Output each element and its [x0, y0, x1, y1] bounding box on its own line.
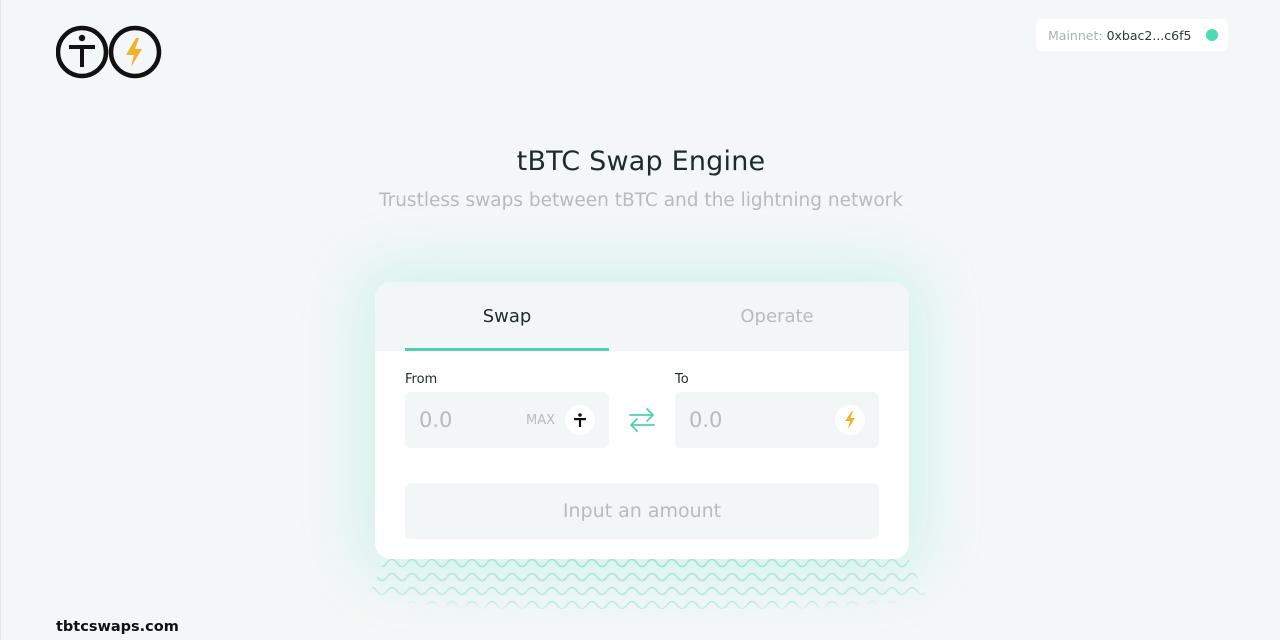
swap-card: Swap Operate From 0.0 MAX To 0.0 Input a…: [375, 282, 909, 559]
page-subtitle: Trustless swaps between tBTC and the lig…: [379, 190, 903, 211]
tab-swap[interactable]: Swap: [405, 282, 609, 351]
page-title: tBTC Swap Engine: [516, 146, 766, 177]
from-label: From: [405, 372, 438, 387]
network-label: Mainnet:: [1048, 27, 1103, 43]
swap-arrows-icon[interactable]: [627, 406, 657, 434]
from-amount-placeholder: 0.0: [419, 408, 453, 432]
to-amount-input[interactable]: 0.0: [675, 392, 879, 448]
max-button[interactable]: MAX: [526, 413, 555, 428]
app-logo[interactable]: [56, 25, 162, 79]
to-label: To: [675, 372, 689, 387]
tbtc-token-icon: [565, 405, 595, 435]
wallet-address: 0xbac2...c6f5: [1106, 27, 1192, 43]
tab-bar: Swap Operate: [375, 282, 909, 351]
tab-operate[interactable]: Operate: [675, 282, 879, 351]
lightning-token-icon: [835, 405, 865, 435]
from-amount-input[interactable]: 0.0 MAX: [405, 392, 609, 448]
connection-status-dot: [1206, 29, 1218, 41]
decorative-waves: [347, 556, 947, 640]
to-amount-placeholder: 0.0: [689, 408, 723, 432]
submit-button[interactable]: Input an amount: [405, 483, 879, 539]
lightning-icon: [108, 25, 162, 79]
footer-site-link[interactable]: tbtcswaps.com: [56, 619, 179, 635]
wallet-badge[interactable]: Mainnet: 0xbac2...c6f5: [1036, 19, 1228, 51]
tbtc-icon: [56, 25, 109, 79]
